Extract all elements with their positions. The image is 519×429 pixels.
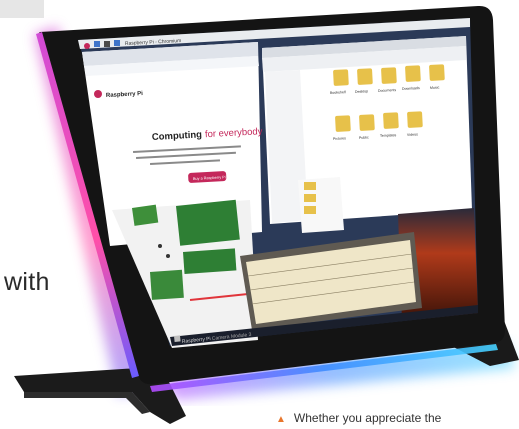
folder-label[interactable]: Videos (407, 132, 418, 137)
raspberry-logo-icon (94, 90, 102, 98)
raspberry-mono-icon (174, 335, 181, 342)
file-manager-window: Bookshelf Desktop Documents Downloads Mu… (262, 36, 472, 233)
folder-label[interactable]: Public (359, 135, 369, 140)
folder-label[interactable]: Pictures (333, 136, 346, 141)
folder-label[interactable]: Bookshelf (330, 90, 346, 95)
folder-label[interactable]: Music (430, 86, 440, 90)
tablet-photo: Raspberry Pi - Chromium Raspberry Pi Com… (14, 5, 519, 424)
folder-label[interactable]: Desktop (355, 89, 368, 94)
